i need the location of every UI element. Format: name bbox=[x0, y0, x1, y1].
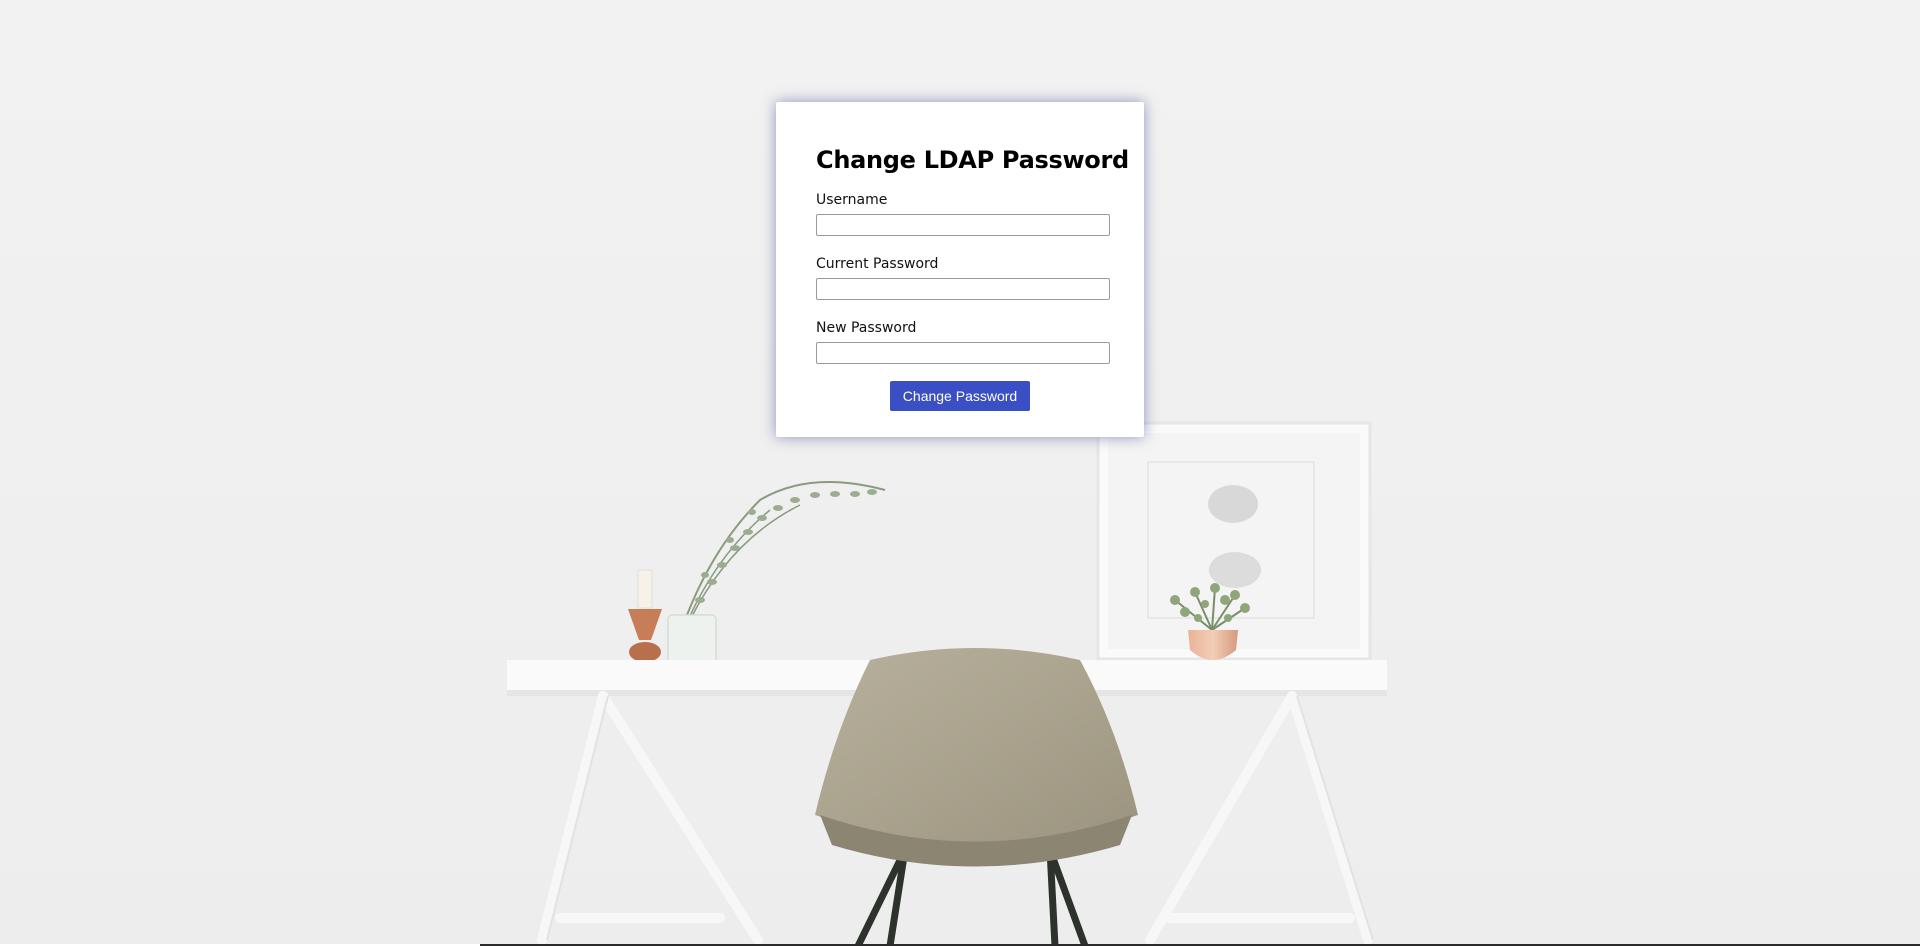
username-label: Username bbox=[816, 192, 888, 208]
change-password-button[interactable]: Change Password bbox=[889, 381, 1031, 411]
change-password-card: Change LDAP Password Username Current Pa… bbox=[776, 102, 1144, 437]
framed-print bbox=[1096, 421, 1372, 661]
page-title: Change LDAP Password bbox=[816, 146, 1129, 174]
current-password-label: Current Password bbox=[816, 256, 939, 272]
username-input[interactable] bbox=[816, 214, 1110, 236]
new-password-input[interactable] bbox=[816, 342, 1110, 364]
current-password-input[interactable] bbox=[816, 278, 1110, 300]
submit-row: Change Password bbox=[776, 381, 1144, 411]
new-password-label: New Password bbox=[816, 320, 917, 336]
